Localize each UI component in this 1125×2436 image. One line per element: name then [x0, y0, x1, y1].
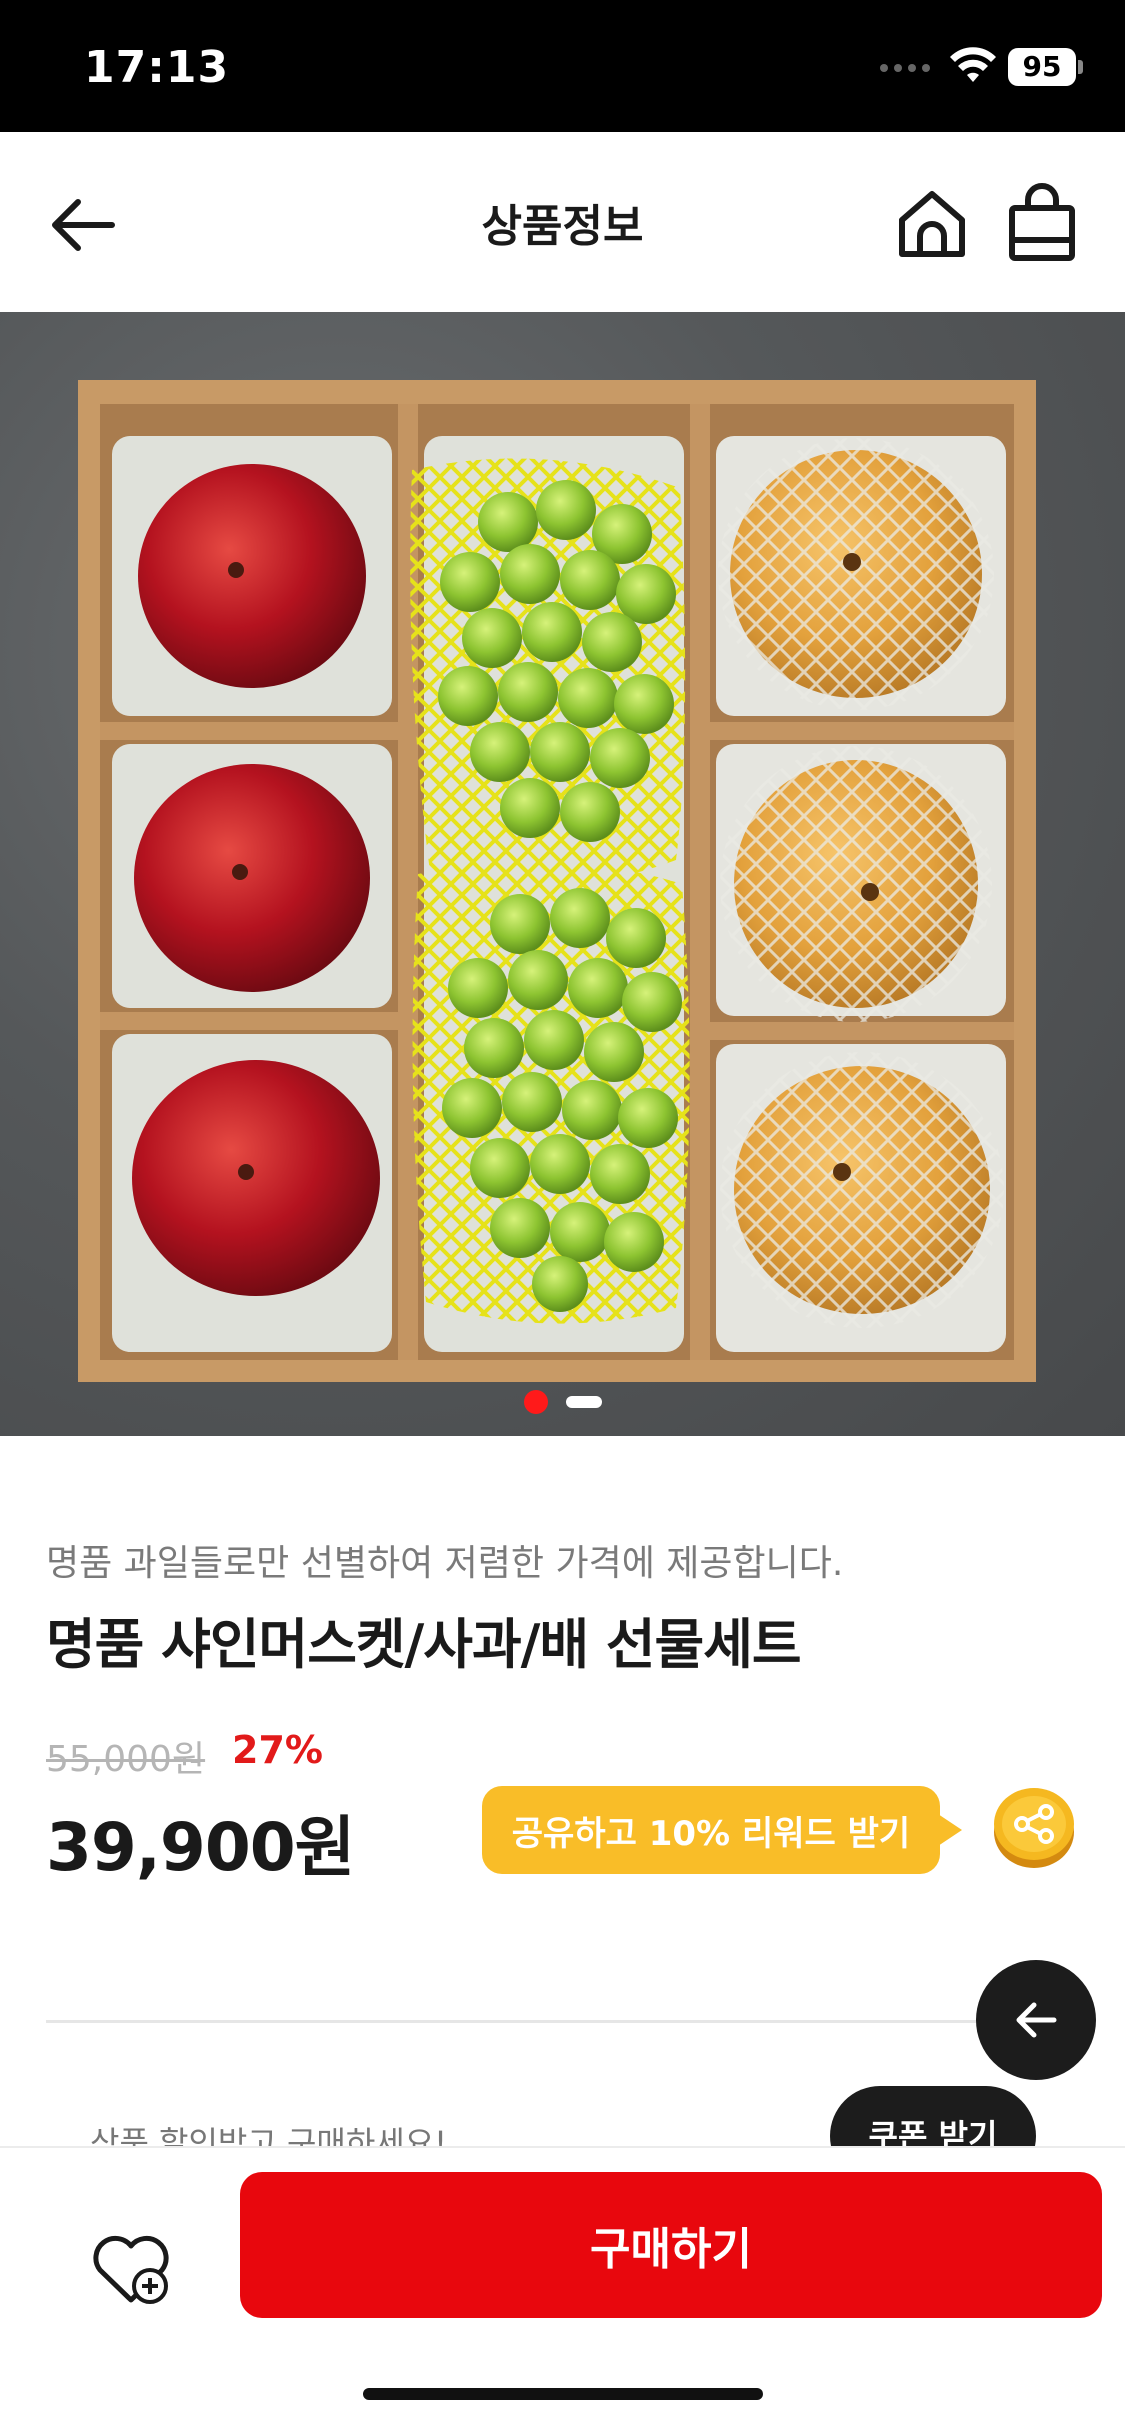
- battery-tip: [1078, 60, 1083, 74]
- coupon-button[interactable]: 쿠폰 받기: [830, 2086, 1036, 2146]
- original-price: 55,000원: [46, 1739, 206, 1780]
- share-reward-tooltip[interactable]: 공유하고 10% 리워드 받기: [482, 1786, 940, 1874]
- wishlist-heart-icon[interactable]: [88, 2230, 174, 2310]
- product-name: 명품 샤인머스켓/사과/배 선물세트: [46, 1613, 802, 1676]
- product-subtitle: 명품 과일들로만 선별하여 저렴한 가격에 제공합니다.: [46, 1543, 844, 1584]
- back-arrow-icon: [1016, 2002, 1057, 2038]
- status-bar: 17:13 95: [0, 0, 1125, 132]
- status-time: 17:13: [84, 42, 230, 93]
- nav-bar: 상품정보: [0, 132, 1125, 312]
- home-indicator: [363, 2388, 763, 2400]
- coupon-text: 상품 할인받고 구매하세요!: [90, 2124, 448, 2146]
- share-icon[interactable]: [990, 1780, 1078, 1872]
- wifi-icon: [950, 47, 996, 82]
- discount-rate: 27%: [232, 1728, 323, 1772]
- sale-price: 39,900원: [46, 1809, 355, 1886]
- buy-button[interactable]: 구매하기: [240, 2172, 1102, 2318]
- shopping-bag-icon[interactable]: [1000, 182, 1084, 266]
- floating-back-button[interactable]: [976, 1960, 1096, 2080]
- coupon-row: 상품 할인받고 구매하세요! 쿠폰 받기: [0, 2086, 1125, 2146]
- battery-icon: 95: [1008, 48, 1076, 86]
- bottom-action-bar: 구매하기: [0, 2146, 1125, 2436]
- gallery-dot[interactable]: [565, 1396, 602, 1408]
- divider: [46, 2020, 1078, 2023]
- home-icon[interactable]: [892, 184, 972, 264]
- gallery-dot-active[interactable]: [523, 1390, 548, 1414]
- tooltip-tail: [938, 1814, 962, 1846]
- product-image[interactable]: [0, 312, 1125, 1436]
- fruit-gift-box-image: [78, 380, 1036, 1382]
- gallery-pagination: [0, 1390, 1125, 1414]
- cellular-signal-icon: [880, 64, 930, 72]
